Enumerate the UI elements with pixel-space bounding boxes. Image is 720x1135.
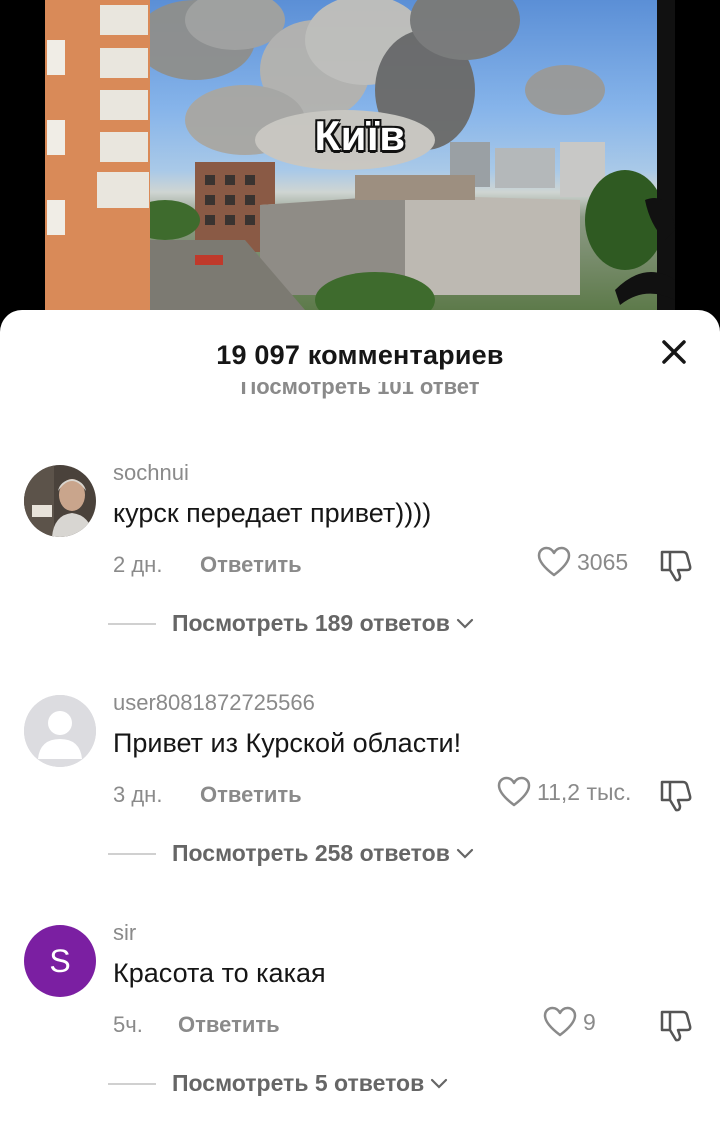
dislike-button[interactable] — [658, 548, 694, 584]
avatar[interactable] — [24, 465, 96, 537]
view-replies-button[interactable]: Посмотреть 258 ответов — [108, 840, 474, 867]
comment-time: 3 дн. — [113, 782, 163, 807]
like-button[interactable]: 11,2 тыс. — [497, 776, 631, 808]
view-replies-label: Посмотреть 189 ответов — [172, 610, 450, 636]
chevron-down-icon — [431, 1078, 448, 1089]
comment-username[interactable]: user8081872725566 — [113, 690, 315, 716]
heart-icon — [537, 546, 571, 577]
avatar-letter: S — [49, 942, 71, 979]
thumbs-down-icon — [660, 550, 692, 582]
sheet-header: 19 097 комментариев Посмотреть 101 ответ — [0, 310, 720, 402]
divider-line — [108, 1082, 156, 1085]
comment-time: 2 дн. — [113, 552, 163, 577]
avatar-photo — [24, 465, 96, 537]
view-replies-label: Посмотреть 5 ответов — [172, 1070, 425, 1096]
reply-button[interactable]: Ответить — [178, 1012, 280, 1038]
like-button[interactable]: 3065 — [537, 546, 628, 578]
video-caption: Київ — [314, 112, 406, 159]
comment-time: 5ч. — [113, 1012, 143, 1037]
comment-text: курск передает привет)))) — [113, 498, 432, 528]
view-replies-partial-label: Посмотреть 101 ответ — [240, 382, 480, 399]
view-replies-button[interactable]: Посмотреть 5 ответов — [108, 1070, 448, 1097]
like-count: 9 — [583, 1008, 596, 1035]
video-frame[interactable]: Київ — [45, 0, 675, 310]
default-avatar-icon — [24, 695, 96, 767]
thumbs-down-icon — [660, 780, 692, 812]
comment-text: Привет из Курской области! — [113, 728, 462, 758]
avatar[interactable] — [24, 695, 96, 767]
chevron-down-icon — [456, 618, 473, 629]
heart-icon — [543, 1006, 577, 1037]
comment-username[interactable]: sochnui — [113, 460, 189, 486]
like-count: 11,2 тыс. — [537, 778, 632, 805]
view-replies-label: Посмотреть 258 ответов — [172, 840, 450, 866]
comment-text: Красота то какая — [113, 958, 326, 988]
like-count: 3065 — [577, 548, 629, 575]
close-button[interactable] — [656, 334, 692, 370]
divider-line — [108, 852, 156, 855]
thumbs-down-icon — [660, 1010, 692, 1042]
heart-icon — [497, 776, 531, 807]
chevron-down-icon — [456, 848, 473, 859]
dislike-button[interactable] — [658, 1008, 694, 1044]
comment-username[interactable]: sir — [113, 920, 136, 946]
avatar[interactable]: S — [24, 925, 96, 997]
dislike-button[interactable] — [658, 778, 694, 814]
view-replies-partial[interactable]: Посмотреть 101 ответ — [0, 382, 720, 400]
comments-sheet: 19 097 комментариев Посмотреть 101 ответ… — [0, 310, 720, 1135]
video-player[interactable]: Київ — [0, 0, 720, 340]
comments-count-title: 19 097 комментариев — [216, 340, 504, 370]
reply-button[interactable]: Ответить — [200, 782, 302, 808]
like-button[interactable]: 9 — [543, 1006, 596, 1038]
view-replies-button[interactable]: Посмотреть 189 ответов — [108, 610, 474, 637]
close-icon — [662, 340, 686, 364]
divider-line — [108, 622, 156, 625]
reply-button[interactable]: Ответить — [200, 552, 302, 578]
